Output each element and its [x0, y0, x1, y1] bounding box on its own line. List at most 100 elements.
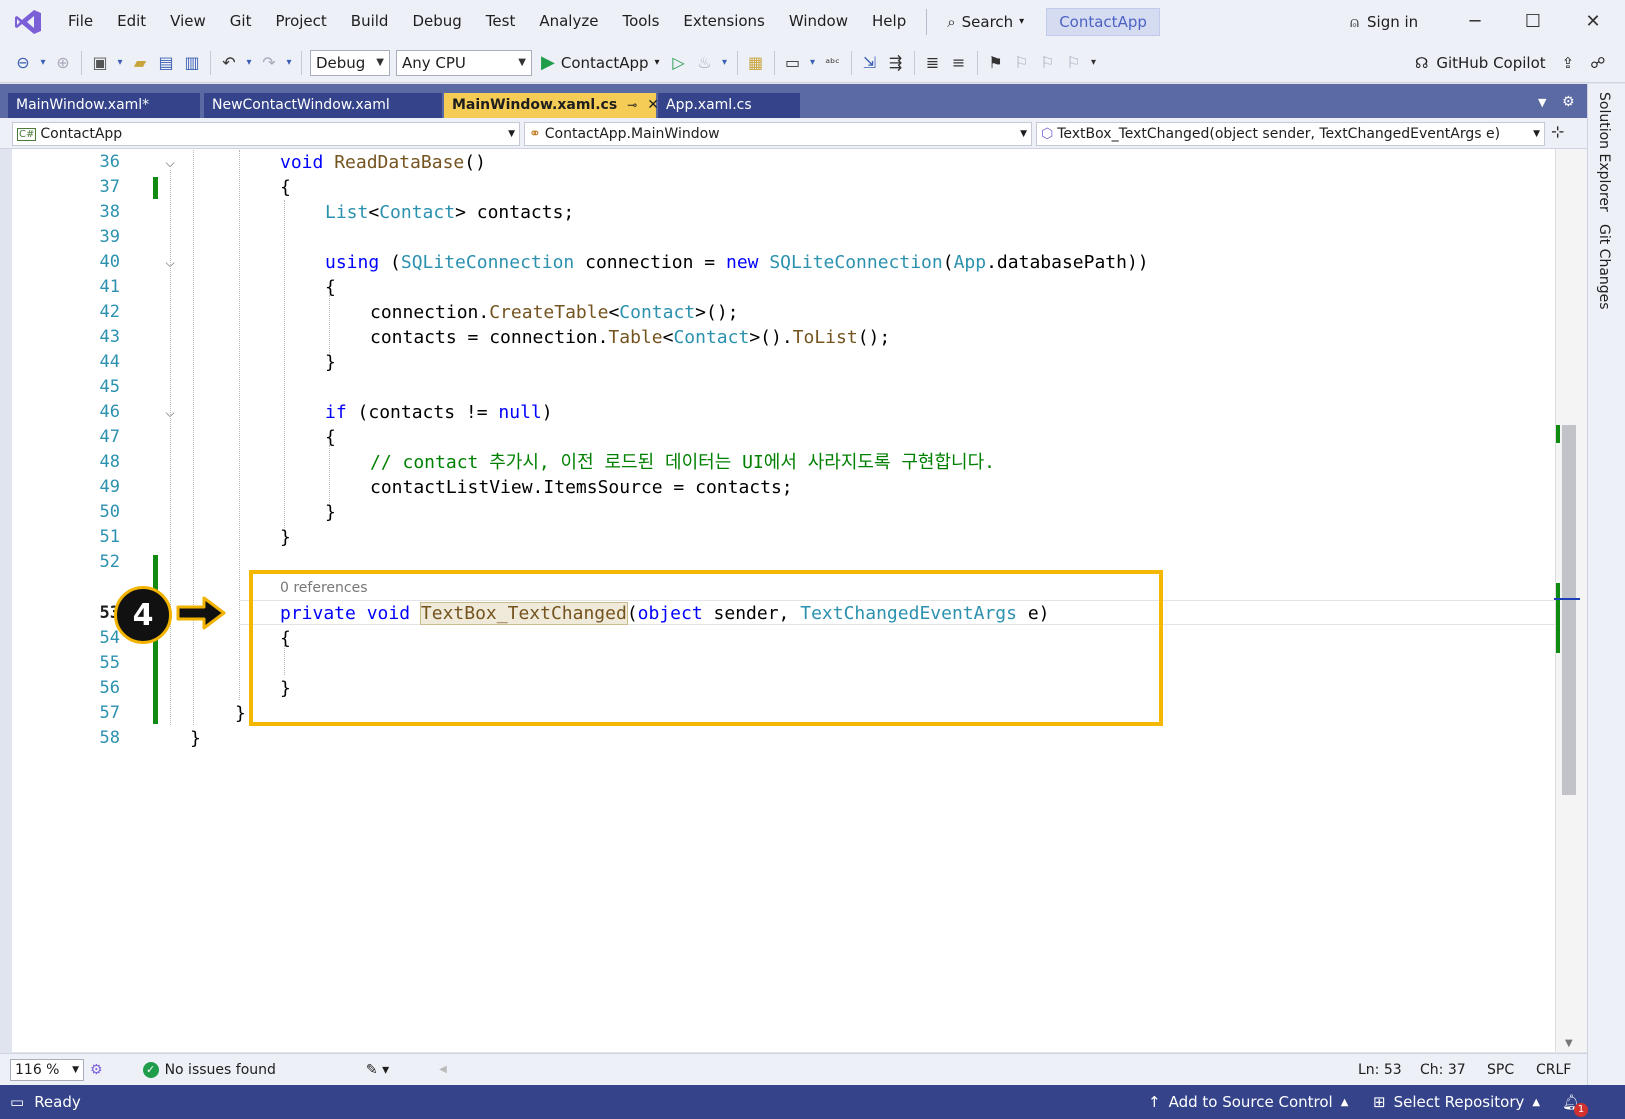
platform-select[interactable]: Any CPU ▼ — [396, 49, 532, 76]
outline-guide — [170, 170, 171, 725]
browse-folder-icon[interactable]: ▦ — [743, 49, 769, 77]
menu-help[interactable]: Help — [860, 0, 918, 43]
save-icon[interactable]: ▤ — [153, 49, 179, 77]
line-number-current: 53 — [99, 603, 120, 623]
scroll-left-icon[interactable]: ◀ — [439, 1064, 447, 1075]
menu-git[interactable]: Git — [218, 0, 264, 43]
clear-bookmarks-icon[interactable]: ⚐ — [1061, 49, 1087, 77]
undo-icon[interactable]: ↶ — [216, 49, 242, 77]
layout-icon[interactable]: ▭ — [780, 49, 806, 77]
menu-file[interactable]: File — [56, 0, 105, 43]
chevron-down-icon[interactable]: ▾ — [282, 49, 296, 77]
line-indicator[interactable]: Ln: 53 — [1358, 1062, 1402, 1078]
menu-edit[interactable]: Edit — [105, 0, 158, 43]
chevron-down-icon[interactable]: ▾ — [718, 49, 732, 77]
chevron-down-icon[interactable]: ▾ — [36, 49, 50, 77]
line-number: 44 — [99, 352, 120, 372]
share-icon[interactable]: ⇪ — [1562, 54, 1575, 72]
tab-app-xaml-cs[interactable]: App.xaml.cs — [658, 93, 800, 118]
outdent-icon[interactable]: ≡ — [946, 49, 972, 77]
settings-gear-icon[interactable]: ⚙ — [1562, 94, 1575, 110]
line-number: 48 — [99, 452, 120, 472]
new-project-icon[interactable]: ▣ — [87, 49, 113, 77]
sign-in-button[interactable]: ⍝ Sign in — [1350, 0, 1418, 43]
issues-indicator[interactable]: ✓ No issues found — [142, 1061, 276, 1078]
scrollbar-thumb[interactable] — [1562, 425, 1576, 795]
visual-studio-logo-icon[interactable] — [0, 0, 56, 43]
github-copilot-button[interactable]: ☊ GitHub Copilot ⇪ ☍ — [1415, 43, 1605, 83]
spell-check-icon[interactable]: ᵃᵇᶜ — [820, 49, 846, 77]
code-line-50: } — [325, 502, 336, 523]
code-line-37: { — [280, 177, 291, 198]
minimize-button[interactable]: ─ — [1450, 0, 1500, 43]
tab-label: MainWindow.xaml* — [16, 97, 150, 113]
toolbar-overflow-icon[interactable]: ▾ — [1087, 49, 1101, 77]
close-button[interactable]: ✕ — [1568, 0, 1618, 43]
member-nav-select[interactable]: ⬡ TextBox_TextChanged(object sender, Tex… — [1036, 122, 1545, 146]
code-line-41: { — [325, 277, 336, 298]
split-window-icon[interactable]: ⊹ — [1551, 122, 1564, 141]
solution-explorer-tab[interactable]: Solution Explorer — [1596, 92, 1612, 212]
line-number: 56 — [99, 678, 120, 698]
check-icon: ✓ — [142, 1061, 159, 1078]
indent-icon[interactable]: ≣ — [920, 49, 946, 77]
add-to-source-control-button[interactable]: ↑ Add to Source Control ▲ — [1148, 1085, 1348, 1119]
prev-bookmark-icon[interactable]: ⚐ — [1009, 49, 1035, 77]
tab-mainwindow-xaml-cs[interactable]: MainWindow.xaml.cs ⊸ ✕ — [444, 93, 659, 118]
step-over-icon[interactable]: ⇶ — [883, 49, 909, 77]
brain-icon[interactable]: ⚙ — [90, 1062, 103, 1078]
menu-analyze[interactable]: Analyze — [527, 0, 610, 43]
notifications-button[interactable]: 🔔︎ 1 — [1562, 1085, 1588, 1119]
start-without-debugging-icon[interactable]: ▷ — [666, 49, 692, 77]
menu-build[interactable]: Build — [339, 0, 401, 43]
menu-test[interactable]: Test — [474, 0, 528, 43]
tab-newcontactwindow-xaml[interactable]: NewContactWindow.xaml — [204, 93, 442, 118]
output-icon[interactable]: ▭ — [10, 1093, 24, 1111]
chevron-down-icon[interactable]: ▾ — [113, 49, 127, 77]
collapse-icon[interactable]: ⌵ — [162, 156, 178, 170]
configuration-value: Debug — [316, 53, 366, 72]
menu-window[interactable]: Window — [777, 0, 860, 43]
open-folder-icon[interactable]: ▰ — [127, 49, 153, 77]
next-bookmark-icon[interactable]: ⚐ — [1035, 49, 1061, 77]
chevron-down-icon: ▼ — [518, 57, 526, 68]
step-into-icon[interactable]: ⇲ — [857, 49, 883, 77]
tab-mainwindow-xaml[interactable]: MainWindow.xaml* — [8, 93, 200, 118]
zoom-select[interactable]: 116 % ▼ — [10, 1058, 84, 1081]
menu-extensions[interactable]: Extensions — [671, 0, 776, 43]
menu-tools[interactable]: Tools — [610, 0, 671, 43]
menu-project[interactable]: Project — [263, 0, 338, 43]
maximize-button[interactable]: ☐ — [1508, 0, 1558, 43]
search-button[interactable]: ⌕ Search ▾ — [935, 0, 1036, 43]
chevron-down-icon[interactable]: ▾ — [242, 49, 256, 77]
forward-icon[interactable]: ⊕ — [50, 49, 76, 77]
pointer-arrow-icon — [176, 596, 226, 630]
back-icon[interactable]: ⊖ — [10, 49, 36, 77]
class-nav-select[interactable]: ⚭ ContactApp.MainWindow ▼ — [524, 122, 1032, 146]
select-repository-button[interactable]: ⊞ Select Repository ▲ — [1373, 1085, 1540, 1119]
pin-icon[interactable]: ⊸ — [627, 93, 637, 118]
redo-icon[interactable]: ↷ — [256, 49, 282, 77]
code-line-57: } — [235, 703, 246, 724]
scroll-down-icon[interactable]: ▼ — [1565, 1038, 1573, 1049]
start-debugging-button[interactable]: ▶ ContactApp ▾ — [535, 52, 666, 73]
code-cleanup-icon[interactable]: ✎ ▾ — [366, 1062, 389, 1078]
project-nav-select[interactable]: C# ContactApp ▼ — [12, 122, 520, 146]
bookmark-icon[interactable]: ⚑ — [983, 49, 1009, 77]
column-indicator[interactable]: Ch: 37 — [1420, 1062, 1466, 1078]
chevron-up-icon: ▲ — [1340, 1096, 1349, 1108]
annotation-highlight-box — [249, 570, 1163, 726]
menu-view[interactable]: View — [158, 0, 218, 43]
line-number: 46 — [99, 402, 120, 422]
tab-list-dropdown-icon[interactable]: ▼ — [1538, 96, 1546, 109]
save-all-icon[interactable]: ▥ — [179, 49, 205, 77]
git-changes-tab[interactable]: Git Changes — [1596, 224, 1612, 310]
line-number: 41 — [99, 277, 120, 297]
chevron-down-icon[interactable]: ▾ — [806, 49, 820, 77]
feedback-icon[interactable]: ☍ — [1590, 54, 1605, 72]
whitespace-indicator[interactable]: SPC — [1487, 1062, 1514, 1078]
line-ending-indicator[interactable]: CRLF — [1536, 1062, 1571, 1078]
menu-debug[interactable]: Debug — [400, 0, 473, 43]
configuration-select[interactable]: Debug ▼ — [310, 49, 390, 76]
hot-reload-icon[interactable]: ♨ — [692, 49, 718, 77]
